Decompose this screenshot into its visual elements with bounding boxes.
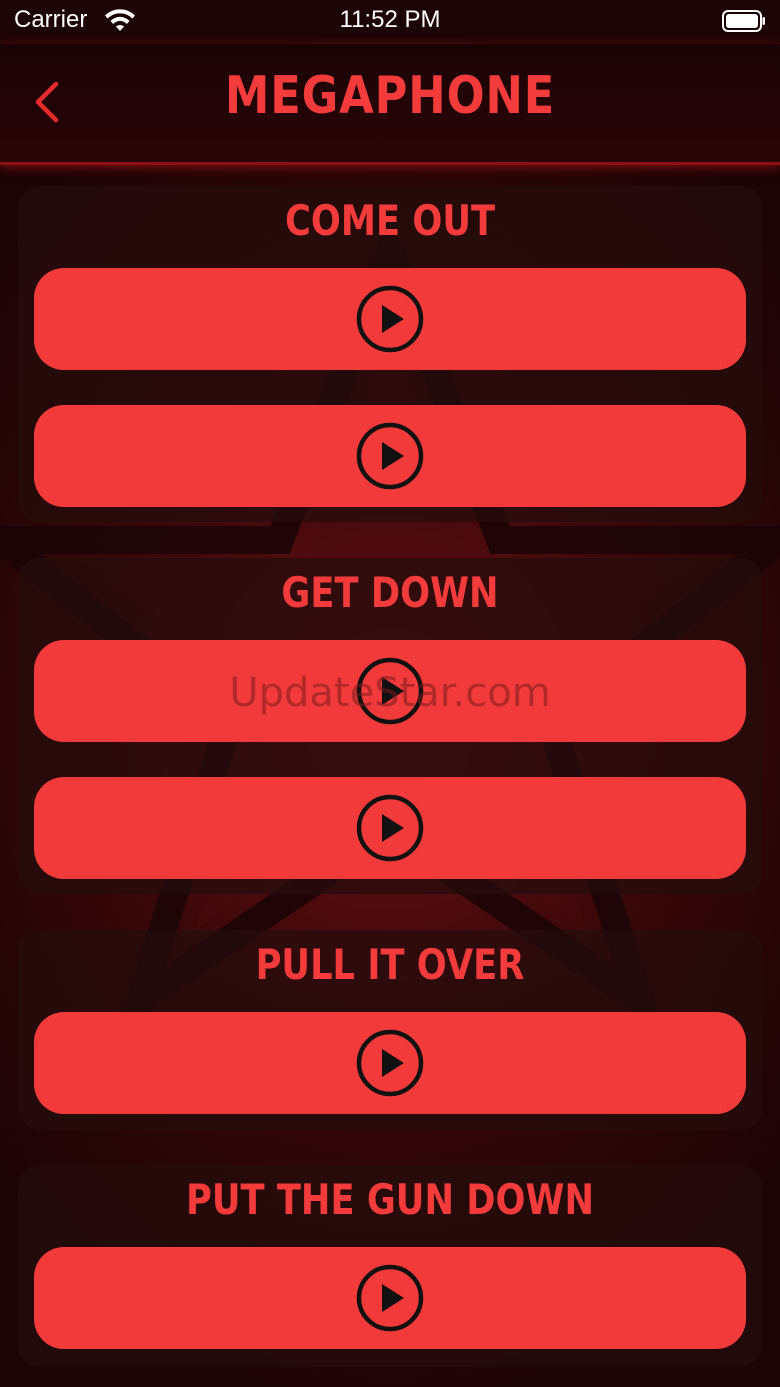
section-title: PULL IT OVER	[255, 940, 525, 989]
page-title: MEGAPHONE	[224, 66, 556, 126]
status-bar: Carrier 11:52 PM	[0, 0, 780, 44]
section-come-out: COME OUT	[18, 186, 762, 522]
watermark: UpdateStar.com	[229, 670, 551, 716]
get-down-play-button-2[interactable]	[34, 777, 746, 879]
play-icon	[356, 1029, 424, 1097]
section-get-down: GET DOWN	[18, 558, 762, 894]
section-pull-it-over: PULL IT OVER	[18, 930, 762, 1130]
play-icon	[356, 1264, 424, 1332]
play-icon	[356, 422, 424, 490]
pull-it-over-play-button[interactable]	[34, 1012, 746, 1114]
come-out-play-button-1[interactable]	[34, 268, 746, 370]
play-icon	[356, 794, 424, 862]
navigation-bar: MEGAPHONE	[0, 44, 780, 165]
put-the-gun-down-play-button[interactable]	[34, 1247, 746, 1349]
battery-icon	[722, 10, 765, 32]
play-icon	[356, 285, 424, 353]
section-title: PUT THE GUN DOWN	[186, 1175, 594, 1224]
clock: 11:52 PM	[339, 6, 441, 33]
section-title: COME OUT	[284, 196, 496, 245]
come-out-play-button-2[interactable]	[34, 405, 746, 507]
section-put-the-gun-down: PUT THE GUN DOWN	[18, 1165, 762, 1367]
section-title: GET DOWN	[281, 568, 499, 617]
